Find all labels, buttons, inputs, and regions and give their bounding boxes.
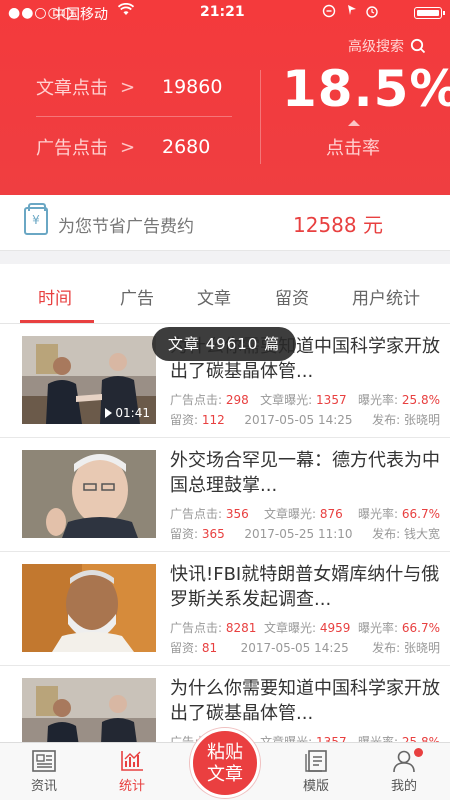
tab-time[interactable]: 时间 [38, 284, 72, 309]
ad-clicks-row[interactable]: 广告点击 > 2680 [36, 134, 226, 160]
stats-header: ●●○○○ 中国移动 21:21 高级搜索 文章点击 > 19860 广告点击 … [0, 0, 450, 195]
article-count-toast: 文章 49610 篇 [152, 327, 296, 361]
tab-leads[interactable]: 留资 [275, 284, 309, 309]
article-stats: 广告点击: 8281 文章曝光: 4959 曝光率: 66.7% 留资: 81 … [170, 621, 440, 655]
article-thumbnail: 01:41 [22, 336, 156, 424]
tab-user-stats[interactable]: 用户统计 [352, 284, 420, 309]
nav-mine-label: 我的 [390, 779, 417, 794]
savings-amount: 12588 元 [293, 213, 383, 237]
nav-templates-label: 模版 [302, 779, 329, 794]
search-icon [410, 38, 426, 54]
tab-ads[interactable]: 广告 [120, 284, 154, 309]
article-title: 为什么你需要知道中国科学家开放出了碳基晶体管... [170, 678, 440, 724]
clock: 21:21 [200, 4, 245, 20]
article-stats: 广告点击: 356 文章曝光: 876 曝光率: 66.7% 留资: 365 2… [170, 507, 440, 541]
news-icon [32, 750, 56, 772]
caret-up-icon [348, 120, 360, 126]
article-stats: 广告点击: 298 文章曝光: 1357 曝光率: 25.8% 留资: 112 … [170, 393, 440, 427]
nav-stats-label: 统计 [118, 779, 145, 794]
nav-mine[interactable]: 我的 [374, 749, 434, 794]
chevron-right-icon: > [120, 76, 136, 98]
click-rate-value: 18.5% [282, 60, 450, 118]
article-title: 快讯!FBI就特朗普女婿库纳什与俄罗斯关系发起调查... [170, 564, 440, 610]
system-icons [322, 3, 402, 23]
ad-clicks-value: 2680 [162, 136, 211, 158]
savings-bar: ¥ 为您节省广告费约 12588 元 [0, 195, 450, 251]
play-icon [105, 408, 113, 418]
article-title: 外交场合罕见一幕：德方代表为中国总理鼓掌... [170, 450, 440, 496]
nav-news[interactable]: 资讯 [14, 749, 74, 794]
article-item[interactable]: 外交场合罕见一幕：德方代表为中国总理鼓掌... 广告点击: 356 文章曝光: … [0, 438, 450, 552]
tab-bar: 时间 广告 文章 留资 用户统计 [0, 264, 450, 324]
click-rate-label: 点击率 [326, 138, 380, 159]
article-clicks-label: 文章点击 [36, 78, 108, 99]
article-clicks-row[interactable]: 文章点击 > 19860 [36, 74, 226, 100]
nav-news-label: 资讯 [30, 779, 57, 794]
chart-icon [121, 751, 143, 771]
divider [36, 116, 232, 117]
section-gap [0, 251, 450, 264]
battery-icon [414, 7, 445, 19]
money-bag-icon: ¥ [24, 203, 48, 235]
savings-text: 为您节省广告费约 [58, 217, 194, 237]
nav-stats[interactable]: 统计 [102, 749, 162, 794]
tab-articles[interactable]: 文章 [197, 284, 231, 309]
template-icon [305, 750, 327, 772]
article-clicks-value: 19860 [162, 76, 223, 98]
advanced-search-link[interactable]: 高级搜索 [348, 36, 426, 56]
article-item[interactable]: 快讯!FBI就特朗普女婿库纳什与俄罗斯关系发起调查... 广告点击: 8281 … [0, 552, 450, 666]
paste-article-button[interactable]: 粘贴 文章 [190, 728, 260, 798]
carrier-name: 中国移动 [52, 7, 108, 23]
notification-badge [414, 748, 423, 757]
advanced-search-label: 高级搜索 [348, 39, 404, 55]
video-duration: 01:41 [105, 406, 150, 420]
active-tab-indicator [20, 320, 94, 323]
article-thumbnail [22, 450, 156, 538]
divider [260, 70, 261, 164]
status-bar: ●●○○○ 中国移动 21:21 [0, 0, 450, 26]
article-thumbnail [22, 564, 156, 652]
chevron-right-icon: > [120, 136, 136, 158]
nav-templates[interactable]: 模版 [286, 749, 346, 794]
wifi-icon [117, 2, 135, 21]
ad-clicks-label: 广告点击 [36, 138, 108, 159]
